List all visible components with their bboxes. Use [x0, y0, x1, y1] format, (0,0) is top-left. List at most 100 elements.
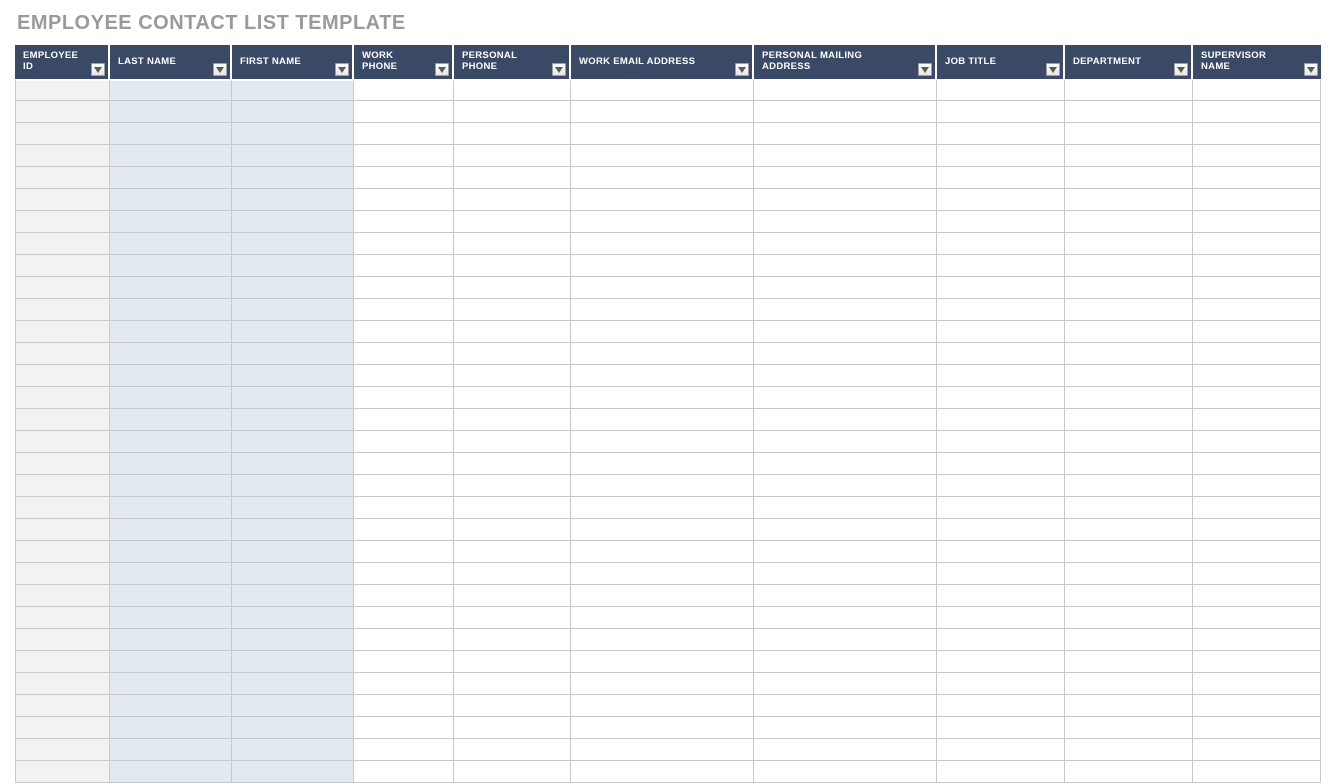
table-cell[interactable] [754, 475, 937, 497]
table-cell[interactable] [1193, 277, 1321, 299]
table-cell[interactable] [937, 563, 1065, 585]
table-cell[interactable] [15, 145, 110, 167]
table-cell[interactable] [15, 321, 110, 343]
table-cell[interactable] [937, 79, 1065, 101]
table-cell[interactable] [937, 321, 1065, 343]
table-cell[interactable] [110, 123, 232, 145]
table-cell[interactable] [454, 761, 571, 783]
table-cell[interactable] [754, 607, 937, 629]
table-cell[interactable] [354, 365, 454, 387]
table-cell[interactable] [937, 497, 1065, 519]
table-cell[interactable] [354, 607, 454, 629]
table-cell[interactable] [1065, 167, 1193, 189]
table-cell[interactable] [754, 519, 937, 541]
table-cell[interactable] [754, 343, 937, 365]
table-cell[interactable] [110, 541, 232, 563]
table-cell[interactable] [937, 585, 1065, 607]
table-cell[interactable] [454, 255, 571, 277]
table-cell[interactable] [754, 365, 937, 387]
table-cell[interactable] [15, 497, 110, 519]
filter-dropdown-icon[interactable] [918, 63, 932, 76]
table-cell[interactable] [15, 585, 110, 607]
table-cell[interactable] [232, 541, 354, 563]
table-cell[interactable] [110, 145, 232, 167]
table-cell[interactable] [1193, 343, 1321, 365]
table-cell[interactable] [354, 563, 454, 585]
table-cell[interactable] [354, 761, 454, 783]
table-cell[interactable] [110, 673, 232, 695]
table-cell[interactable] [454, 739, 571, 761]
table-cell[interactable] [15, 167, 110, 189]
table-cell[interactable] [1065, 629, 1193, 651]
table-cell[interactable] [15, 431, 110, 453]
table-cell[interactable] [15, 189, 110, 211]
filter-dropdown-icon[interactable] [1174, 63, 1188, 76]
table-cell[interactable] [571, 321, 754, 343]
table-cell[interactable] [232, 365, 354, 387]
table-cell[interactable] [454, 409, 571, 431]
table-cell[interactable] [571, 585, 754, 607]
table-cell[interactable] [754, 123, 937, 145]
filter-dropdown-icon[interactable] [552, 63, 566, 76]
table-cell[interactable] [454, 299, 571, 321]
table-cell[interactable] [1193, 145, 1321, 167]
table-cell[interactable] [937, 409, 1065, 431]
table-cell[interactable] [754, 695, 937, 717]
table-cell[interactable] [754, 761, 937, 783]
table-cell[interactable] [1065, 365, 1193, 387]
table-cell[interactable] [454, 629, 571, 651]
table-cell[interactable] [232, 431, 354, 453]
table-cell[interactable] [571, 607, 754, 629]
table-cell[interactable] [232, 123, 354, 145]
table-cell[interactable] [110, 453, 232, 475]
table-cell[interactable] [571, 497, 754, 519]
table-cell[interactable] [110, 255, 232, 277]
table-cell[interactable] [15, 673, 110, 695]
table-cell[interactable] [454, 167, 571, 189]
table-cell[interactable] [937, 255, 1065, 277]
table-cell[interactable] [232, 145, 354, 167]
table-cell[interactable] [110, 277, 232, 299]
table-cell[interactable] [232, 519, 354, 541]
table-cell[interactable] [937, 233, 1065, 255]
table-cell[interactable] [454, 189, 571, 211]
table-cell[interactable] [15, 453, 110, 475]
table-cell[interactable] [754, 585, 937, 607]
table-cell[interactable] [354, 277, 454, 299]
table-cell[interactable] [754, 541, 937, 563]
table-cell[interactable] [454, 145, 571, 167]
table-cell[interactable] [110, 475, 232, 497]
table-cell[interactable] [571, 629, 754, 651]
table-cell[interactable] [1065, 519, 1193, 541]
table-cell[interactable] [454, 651, 571, 673]
table-cell[interactable] [354, 717, 454, 739]
table-cell[interactable] [937, 211, 1065, 233]
table-cell[interactable] [1065, 497, 1193, 519]
table-cell[interactable] [754, 739, 937, 761]
table-cell[interactable] [937, 387, 1065, 409]
table-cell[interactable] [571, 541, 754, 563]
table-cell[interactable] [110, 409, 232, 431]
table-cell[interactable] [110, 585, 232, 607]
table-cell[interactable] [1193, 651, 1321, 673]
table-cell[interactable] [354, 651, 454, 673]
table-cell[interactable] [354, 167, 454, 189]
table-cell[interactable] [354, 255, 454, 277]
table-cell[interactable] [1193, 189, 1321, 211]
table-cell[interactable] [937, 453, 1065, 475]
table-cell[interactable] [354, 123, 454, 145]
table-cell[interactable] [571, 123, 754, 145]
table-cell[interactable] [110, 343, 232, 365]
filter-dropdown-icon[interactable] [735, 63, 749, 76]
table-cell[interactable] [110, 233, 232, 255]
table-cell[interactable] [354, 519, 454, 541]
table-cell[interactable] [1193, 321, 1321, 343]
table-cell[interactable] [754, 673, 937, 695]
table-cell[interactable] [232, 409, 354, 431]
table-cell[interactable] [1065, 651, 1193, 673]
table-cell[interactable] [454, 233, 571, 255]
table-cell[interactable] [454, 717, 571, 739]
table-cell[interactable] [354, 79, 454, 101]
table-cell[interactable] [354, 453, 454, 475]
table-cell[interactable] [15, 255, 110, 277]
